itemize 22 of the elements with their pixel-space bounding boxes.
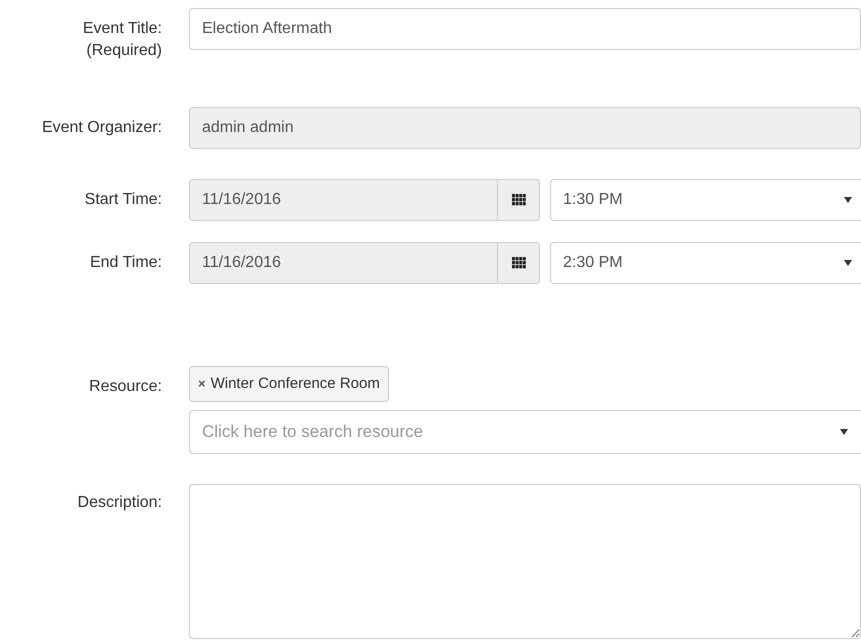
calendar-button[interactable] <box>498 242 540 284</box>
field-label: End Time: <box>90 253 162 273</box>
field-label: (Required) <box>86 41 162 61</box>
field-label: Event Organizer: <box>42 118 162 138</box>
field-label: Description: <box>78 493 162 513</box>
caret-icon <box>844 260 852 266</box>
date-field[interactable]: 11/16/2016 <box>189 242 498 284</box>
field-label: Start Time: <box>84 190 162 210</box>
tag-text: Winter Conference Room <box>210 374 380 394</box>
calendar-icon <box>512 194 526 206</box>
calendar-button[interactable] <box>498 179 540 221</box>
time-select[interactable]: 2:30 PM <box>550 242 861 284</box>
time-select[interactable]: 1:30 PM <box>550 179 861 221</box>
caret-icon <box>844 197 852 203</box>
calendar-icon <box>512 257 526 269</box>
remove-button[interactable]: × <box>198 374 206 394</box>
date-field[interactable]: 11/16/2016 <box>189 179 498 221</box>
field-label: Resource: <box>89 377 162 397</box>
field-label: Event Title: <box>82 19 162 39</box>
description-field[interactable] <box>189 484 861 639</box>
text-field[interactable]: Election Aftermath <box>189 8 861 50</box>
caret-icon <box>840 429 848 435</box>
